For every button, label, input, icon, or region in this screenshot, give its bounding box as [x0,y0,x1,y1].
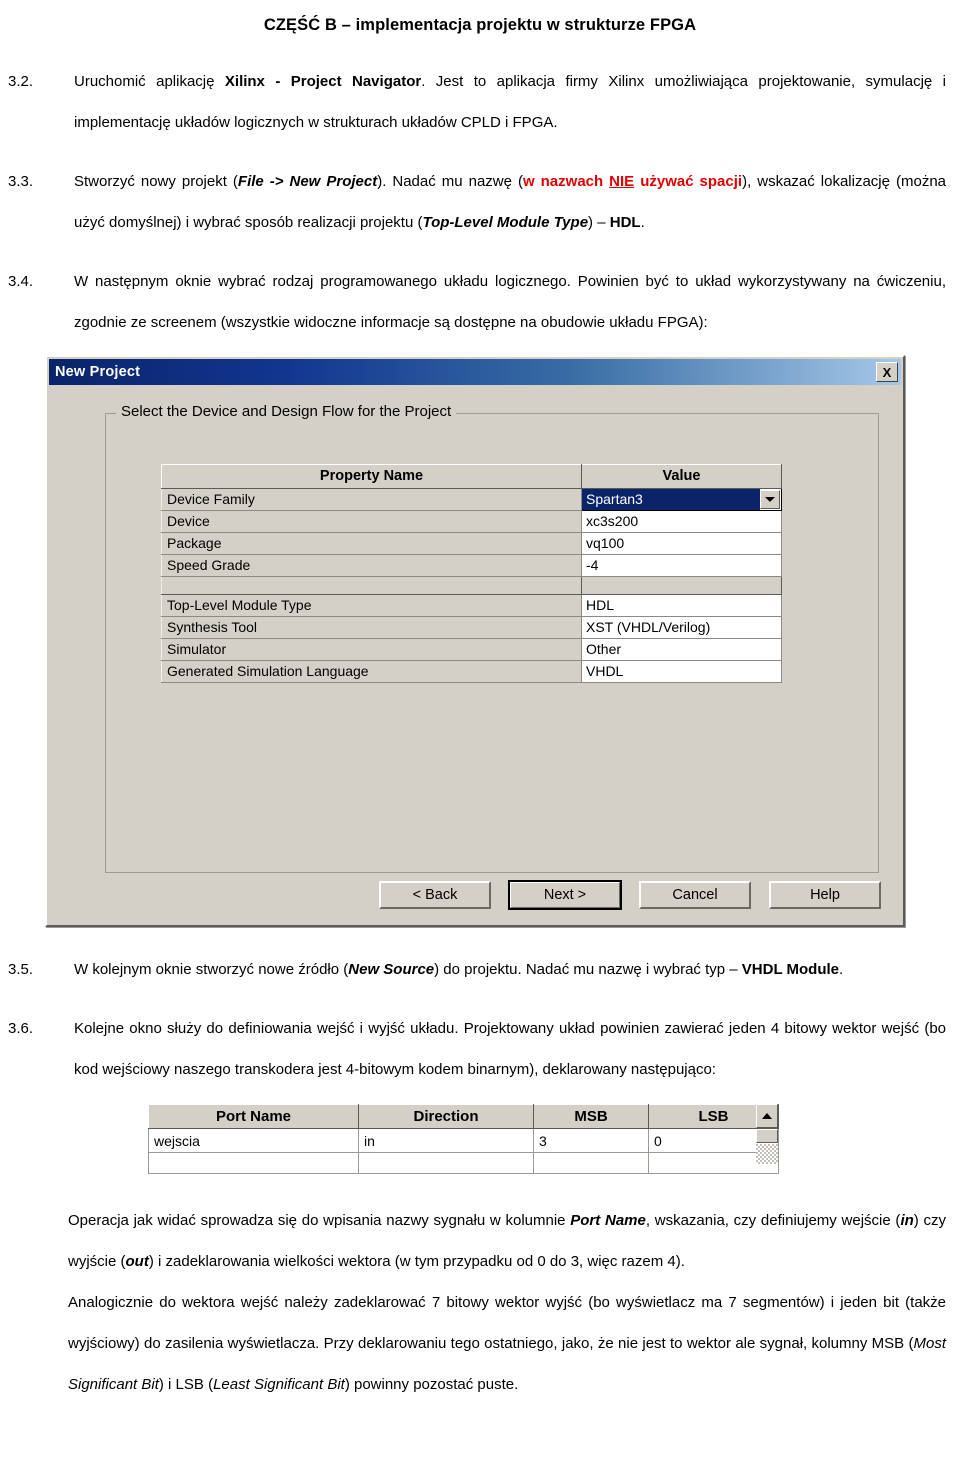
property-name-cell: Synthesis Tool [161,616,582,639]
closing-text: Operacja jak widać sprowadza się do wpis… [0,1200,960,1405]
property-value-cell[interactable] [581,576,782,595]
column-header-property-name: Property Name [161,464,582,489]
property-value-cell[interactable]: xc3s200 [581,510,782,533]
device-flow-groupbox: Select the Device and Design Flow for th… [105,403,879,873]
step-number: 3.6. [8,1020,34,1037]
port-grid-header-row: Port Name Direction MSB LSB [148,1104,779,1129]
cancel-button[interactable]: Cancel [639,881,751,909]
table-row[interactable]: wejscia in 3 0 [148,1128,779,1153]
scrollbar-thumb[interactable] [756,1129,778,1143]
property-name-cell: Top-Level Module Type [161,594,582,617]
device-property-grid: Property Name Value Device Family Spartan… [161,464,782,683]
step-number: 3.3. [8,173,34,190]
step-number: 3.2. [8,73,34,90]
port-name-cell[interactable]: wejscia [148,1128,359,1153]
step-text: W kolejnym oknie stworzyć nowe źródło (N… [74,961,844,978]
new-project-dialog-figure: New Project X Select the Device and Desi… [0,355,960,927]
step-number: 3.4. [8,273,34,290]
empty-cell[interactable] [148,1152,359,1174]
property-grid-row[interactable]: Top-Level Module Type HDL [161,594,782,617]
property-grid-body: Device Family Spartan3 Device xc3s200 Packag… [161,488,782,683]
direction-cell[interactable]: in [358,1128,534,1153]
groupbox-legend: Select the Device and Design Flow for th… [116,403,457,420]
step-text: Uruchomić aplikację Xilinx - Project Nav… [74,73,946,131]
dialog-body: Select the Device and Design Flow for th… [47,385,903,925]
property-value-cell[interactable]: VHDL [581,660,782,683]
help-button[interactable]: Help [769,881,881,909]
step-paragraph-3-5: 3.5. W kolejnym oknie stworzyć nowe źród… [0,949,960,990]
step-text: Stworzyć nowy projekt (File -> New Proje… [74,173,947,231]
property-value-cell[interactable]: XST (VHDL/Verilog) [581,616,782,639]
step-text: W następnym oknie wybrać rodzaj programo… [74,273,946,331]
column-header-direction: Direction [358,1104,534,1129]
scrollbar-track[interactable] [756,1144,778,1164]
combo-selected-value: Spartan3 [582,489,760,510]
property-grid-row[interactable]: Simulator Other [161,638,782,661]
property-grid-row[interactable]: Device xc3s200 [161,510,782,533]
property-grid-row[interactable]: Generated Simulation Language VHDL [161,660,782,683]
property-grid-row[interactable]: Speed Grade -4 [161,554,782,577]
property-name-cell: Generated Simulation Language [161,660,582,683]
dialog-title: New Project [55,364,141,380]
property-name-cell: Speed Grade [161,554,582,577]
closing-paragraph-2: Analogicznie do wektora wejść należy zad… [68,1294,946,1393]
dialog-titlebar: New Project X [49,359,901,385]
chevron-down-icon[interactable] [760,490,780,509]
property-grid-row[interactable]: Synthesis Tool XST (VHDL/Verilog) [161,616,782,639]
port-definition-figure: Port Name Direction MSB LSB wejscia in 3 0 [148,1104,808,1174]
property-value-cell[interactable]: Spartan3 [581,488,782,511]
column-header-value: Value [581,464,782,489]
property-value-cell[interactable]: Other [581,638,782,661]
step-paragraph-3-3: 3.3. Stworzyć nowy projekt (File -> New … [0,161,960,243]
back-button[interactable]: < Back [379,881,491,909]
next-button[interactable]: Next > [508,880,622,910]
property-grid-header-row: Property Name Value [161,464,782,489]
msb-cell[interactable]: 3 [533,1128,649,1153]
column-header-port-name: Port Name [148,1104,359,1129]
step-text: Kolejne okno służy do definiowania wejść… [74,1020,946,1078]
dialog-button-row: < Back Next > Cancel Help [379,880,881,910]
property-value-cell[interactable]: HDL [581,594,782,617]
port-grid-scrollbar[interactable] [756,1104,778,1164]
step-paragraph-3-2: 3.2. Uruchomić aplikację Xilinx - Projec… [0,61,960,143]
step-paragraph-3-4: 3.4. W następnym oknie wybrać rodzaj pro… [0,261,960,343]
property-name-cell: Device [161,510,582,533]
property-name-cell: Simulator [161,638,582,661]
document-page: CZĘŚĆ B – implementacja projektu w struk… [0,8,960,1482]
property-name-cell: Package [161,532,582,555]
property-value-cell[interactable]: -4 [581,554,782,577]
close-icon[interactable]: X [876,362,898,382]
property-grid-row[interactable]: Package vq100 [161,532,782,555]
property-grid-row[interactable]: Device Family Spartan3 [161,488,782,511]
property-name-cell: Device Family [161,488,582,511]
property-name-cell [161,576,582,595]
page-title: CZĘŚĆ B – implementacja projektu w struk… [263,16,697,34]
property-grid-row[interactable] [161,576,782,595]
port-grid-body: wejscia in 3 0 [148,1128,779,1174]
column-header-msb: MSB [533,1104,649,1129]
property-value-cell[interactable]: vq100 [581,532,782,555]
step-number: 3.5. [8,961,34,978]
port-grid: Port Name Direction MSB LSB wejscia in 3 0 [148,1104,779,1174]
empty-cell[interactable] [533,1152,649,1174]
table-row-empty[interactable] [148,1152,779,1174]
empty-cell[interactable] [358,1152,534,1174]
new-project-dialog: New Project X Select the Device and Desi… [45,355,905,927]
closing-paragraph-1: Operacja jak widać sprowadza się do wpis… [68,1212,947,1270]
step-paragraph-3-6: 3.6. Kolejne okno służy do definiowania … [0,1008,960,1090]
scroll-up-icon[interactable] [756,1104,778,1128]
